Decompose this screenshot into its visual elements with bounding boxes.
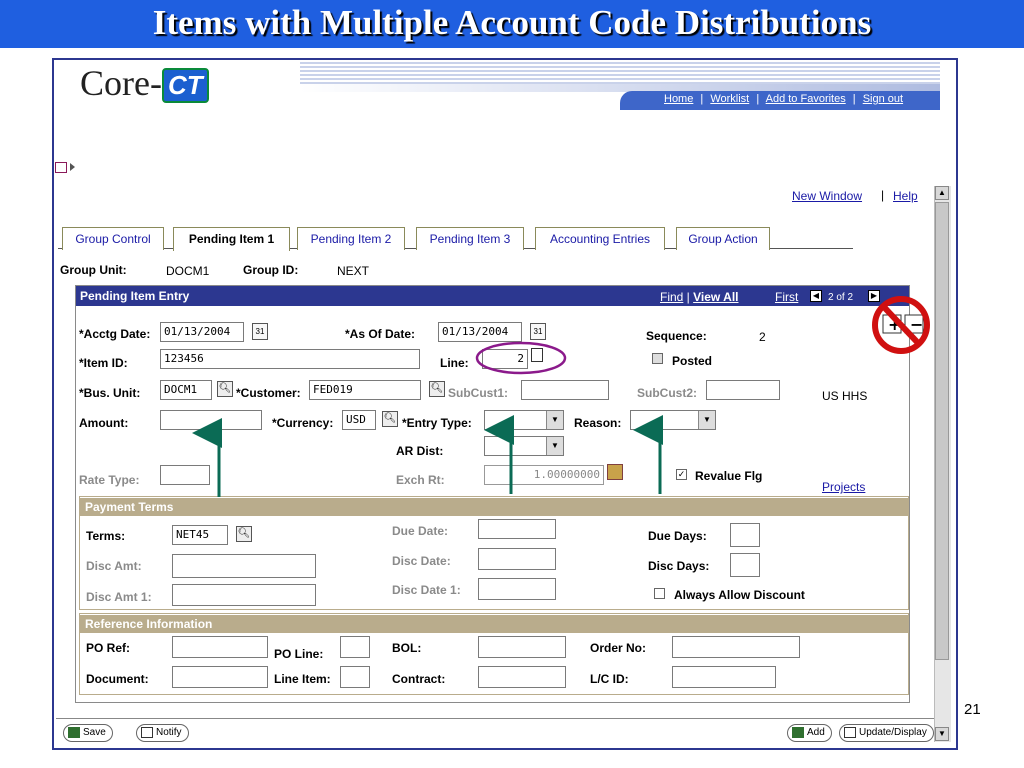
minus-icon: − xyxy=(910,315,923,334)
annotation-overlay: + − xyxy=(192,296,930,497)
annotation-circle-line xyxy=(475,341,567,375)
slide-number: 21 xyxy=(964,701,981,718)
